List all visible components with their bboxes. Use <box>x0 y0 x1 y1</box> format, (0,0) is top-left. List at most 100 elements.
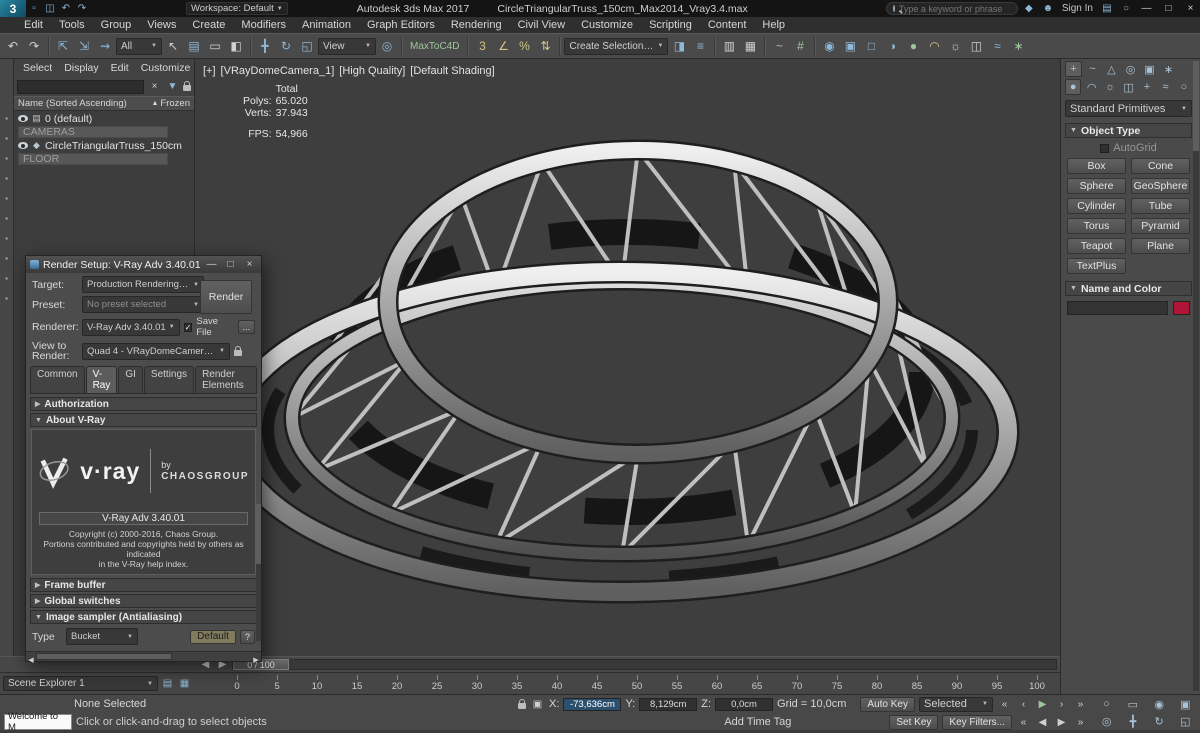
timeline-tick[interactable]: 70 <box>777 675 817 692</box>
snap-toggle-icon[interactable]: 3 <box>472 36 492 56</box>
object-type-button[interactable]: GeoSphere <box>1131 178 1190 194</box>
timeline-tick[interactable]: 35 <box>497 675 537 692</box>
desktop-icon[interactable]: ▫ <box>26 1 42 17</box>
autogrid-checkbox[interactable] <box>1100 144 1109 153</box>
timeline-tick[interactable]: 90 <box>937 675 977 692</box>
user-icon[interactable]: ☻ <box>1040 1 1056 17</box>
select-and-rotate-icon[interactable]: ↻ <box>276 36 296 56</box>
timeline-tick[interactable]: 65 <box>737 675 777 692</box>
key-step-start-icon[interactable]: « <box>1016 715 1031 730</box>
unlink-selection-icon[interactable]: ⇲ <box>74 36 94 56</box>
category-helpers-icon[interactable]: + <box>1139 79 1155 95</box>
object-type-button[interactable]: TextPlus <box>1067 258 1126 274</box>
layout-tab-icon[interactable]: ▪ <box>1 193 12 204</box>
select-by-name-icon[interactable]: ▤ <box>184 36 204 56</box>
tab-modify[interactable]: ~ <box>1084 61 1101 77</box>
toolbar-extra-1-icon[interactable]: ☼ <box>945 36 965 56</box>
menu-item[interactable]: Help <box>754 18 793 32</box>
use-pivot-center-icon[interactable]: ◎ <box>377 36 397 56</box>
clear-search-icon[interactable]: × <box>147 79 162 94</box>
menu-item[interactable]: Rendering <box>443 18 510 32</box>
material-editor-icon[interactable]: ◉ <box>819 36 839 56</box>
timeline-tick[interactable]: 0 <box>217 675 257 692</box>
timeline-tick[interactable]: 25 <box>417 675 457 692</box>
scene-explorer-menu-item[interactable]: Select <box>18 61 57 75</box>
layer-manager-icon[interactable]: ▥ <box>719 36 739 56</box>
timeline-tick[interactable]: 5 <box>257 675 297 692</box>
dialog-restore-icon[interactable]: □ <box>223 257 238 272</box>
renderer-dropdown[interactable]: V-Ray Adv 3.40.01 ▼ <box>82 319 180 336</box>
schematic-view-icon[interactable]: # <box>790 36 810 56</box>
render-production-icon[interactable]: ◑ <box>882 36 902 56</box>
angle-snap-icon[interactable]: ∠ <box>493 36 513 56</box>
menu-item[interactable]: Graph Editors <box>359 18 443 32</box>
scroll-right-icon[interactable]: ▶ <box>251 652 261 667</box>
object-type-button[interactable]: Tube <box>1131 198 1190 214</box>
explorer-edit-icon[interactable]: ▦ <box>177 676 192 691</box>
menu-item[interactable]: Scripting <box>641 18 700 32</box>
render-setup-icon[interactable]: ▣ <box>840 36 860 56</box>
previous-frame-icon[interactable]: ‹ <box>1016 697 1031 712</box>
timeline-tick[interactable]: 85 <box>897 675 937 692</box>
field-of-view-icon[interactable]: ◎ <box>1094 714 1119 731</box>
preset-dropdown[interactable]: No preset selected ▼ <box>82 296 204 313</box>
mirror-icon[interactable]: ◨ <box>669 36 689 56</box>
minimize-button[interactable]: — <box>1137 1 1156 16</box>
object-type-button[interactable]: Teapot <box>1067 238 1126 254</box>
go-to-end-icon[interactable]: » <box>1073 697 1088 712</box>
redo-icon[interactable]: ↷ <box>74 1 90 17</box>
frozen-column-header[interactable]: Frozen <box>160 98 190 109</box>
y-coordinate-field[interactable]: 8,129cm <box>639 698 697 711</box>
render-preview-icon[interactable]: ◠ <box>924 36 944 56</box>
category-geometry-icon[interactable]: ● <box>1065 79 1081 95</box>
tab-create[interactable]: + <box>1065 61 1082 77</box>
dialog-minimize-icon[interactable]: — <box>204 257 219 272</box>
timeline-tick[interactable]: 100 <box>1017 675 1057 692</box>
render-button[interactable]: Render <box>200 280 252 314</box>
select-and-link-icon[interactable]: ⇱ <box>53 36 73 56</box>
menu-item[interactable]: Customize <box>573 18 641 32</box>
tab-render-elements[interactable]: Render Elements <box>195 366 257 393</box>
layout-tab-icon[interactable]: ▪ <box>1 213 12 224</box>
scroll-left-icon[interactable]: ◀ <box>26 652 36 667</box>
layout-tab-icon[interactable]: ▪ <box>1 253 12 264</box>
window-crossing-icon[interactable]: ◧ <box>226 36 246 56</box>
viewport-menu-quality[interactable]: [High Quality] <box>339 65 405 77</box>
next-frame-icon[interactable]: › <box>1054 697 1069 712</box>
eye-icon[interactable] <box>18 142 28 149</box>
viewport-menu-shading[interactable]: [Default Shading] <box>410 65 494 77</box>
object-color-swatch[interactable] <box>1173 301 1190 315</box>
save-icon[interactable]: ◫ <box>42 1 58 17</box>
tab-hierarchy[interactable]: △ <box>1103 61 1120 77</box>
timeline-ruler[interactable]: 0 5 10 15 20 25 <box>195 672 1060 694</box>
timeline-tick[interactable]: 20 <box>377 675 417 692</box>
scene-row-default-layer[interactable]: ▤ 0 (default) <box>14 112 194 125</box>
timeline-tick[interactable]: 45 <box>577 675 617 692</box>
align-icon[interactable]: ≡ <box>690 36 710 56</box>
viewport-menu-pov[interactable]: [VRayDomeCamera_1] <box>221 65 335 77</box>
rendered-frame-window-icon[interactable]: □ <box>861 36 881 56</box>
default-button[interactable]: Default <box>190 630 236 644</box>
view-to-render-dropdown[interactable]: Quad 4 - VRayDomeCamera_1 ▼ <box>82 343 230 360</box>
rectangular-selection-icon[interactable]: ▭ <box>205 36 225 56</box>
rollout-image-sampler[interactable]: ▼ Image sampler (Antialiasing) <box>30 610 257 624</box>
zoom-all-icon[interactable]: ▭ <box>1120 696 1145 713</box>
category-spacewarps-icon[interactable]: ≈ <box>1157 79 1173 95</box>
scene-row-floor[interactable]: FLOOR <box>18 153 168 165</box>
zoom-extents-icon[interactable]: ◉ <box>1147 696 1172 713</box>
layout-tab-icon[interactable]: ▪ <box>1 153 12 164</box>
undo-toolbar-icon[interactable]: ↶ <box>3 36 23 56</box>
menu-item[interactable]: Tools <box>51 18 93 32</box>
layout-tab-icon[interactable]: ▪ <box>1 293 12 304</box>
ribbon-toggle-icon[interactable]: ▦ <box>740 36 760 56</box>
select-object-icon[interactable]: ↖ <box>163 36 183 56</box>
set-key-button[interactable]: Set Key <box>889 715 938 730</box>
timeline-tick[interactable]: 50 <box>617 675 657 692</box>
category-dropdown[interactable]: Standard Primitives ▼ <box>1065 100 1192 117</box>
redo-toolbar-icon[interactable]: ↷ <box>24 36 44 56</box>
object-type-button[interactable]: Torus <box>1067 218 1126 234</box>
spinner-snap-icon[interactable]: ⇅ <box>535 36 555 56</box>
category-lights-icon[interactable]: ☼ <box>1102 79 1118 95</box>
bind-to-spacewarp-icon[interactable]: ⇝ <box>95 36 115 56</box>
curve-editor-icon[interactable]: ~ <box>769 36 789 56</box>
